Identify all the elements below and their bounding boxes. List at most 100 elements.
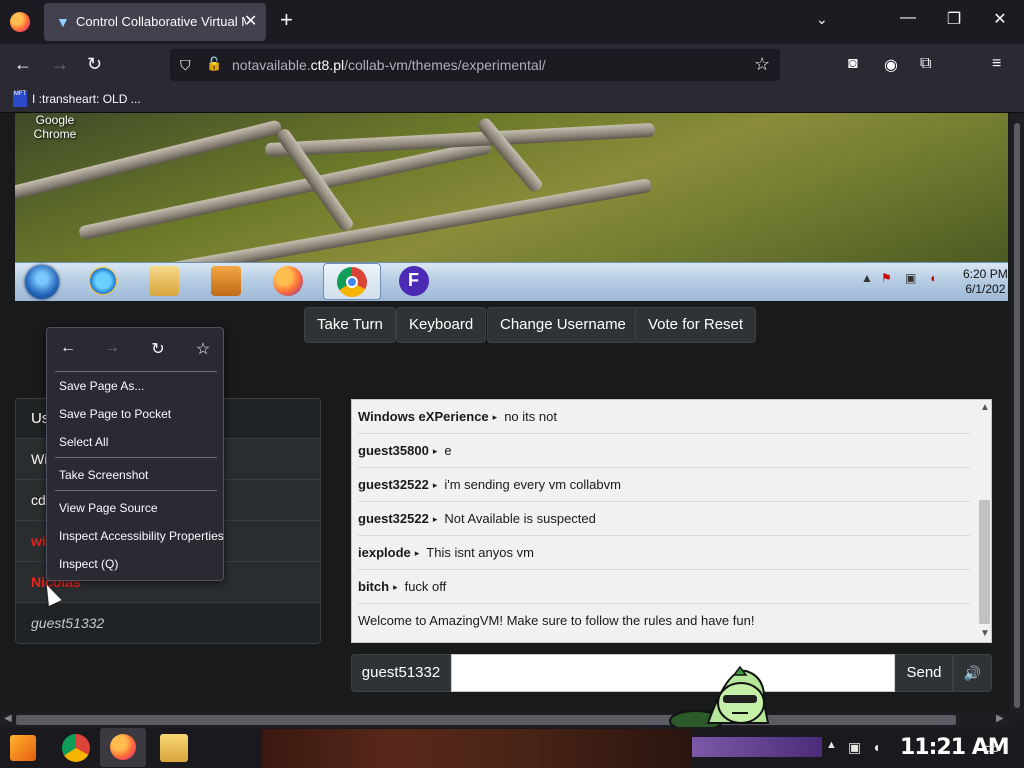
menu-item-save-page-as[interactable]: Save Page As... (59, 379, 144, 393)
scroll-left-icon[interactable]: ◀ (4, 713, 12, 724)
tab-close-icon[interactable]: ✕ (244, 11, 257, 31)
vm-chrome-icon (337, 267, 367, 297)
account-icon[interactable]: ◉ (884, 55, 898, 75)
vm-tray-expand-icon[interactable]: ▲ (861, 271, 873, 285)
vm-tray-action-center-icon[interactable]: ⚑ (881, 271, 892, 285)
chat-message-user: guest32522 (358, 511, 429, 526)
browser-tab[interactable]: ▼ Control Collaborative Virtual M ✕ (44, 3, 266, 41)
scroll-up-icon[interactable]: ▲ (980, 402, 990, 413)
chat-scrollbar[interactable]: ▲ ▼ (976, 400, 991, 642)
take-turn-button[interactable]: Take Turn (304, 307, 396, 343)
context-forward-icon[interactable]: → (102, 339, 122, 357)
volume-icon[interactable]: 🔊 (953, 654, 992, 692)
page-horizontal-scrollbar[interactable]: ◀ ▶ (0, 713, 1010, 727)
chat-message: guest35800 ▸ e (358, 434, 970, 468)
bookmarks-toolbar: MFT I :transheart: OLD ... (0, 86, 1024, 113)
chat-arrow-icon: ▸ (393, 582, 398, 592)
scroll-down-icon[interactable]: ▼ (980, 628, 990, 639)
page-vertical-scrollbar[interactable] (1010, 113, 1024, 713)
tab-favicon-icon: ▼ (56, 14, 70, 30)
pocket-icon[interactable]: ◙ (848, 55, 858, 73)
vm-tray-network-icon[interactable]: ▣ (905, 271, 916, 285)
url-text[interactable]: notavailable.ct8.pl/collab-vm/themes/exp… (232, 57, 546, 73)
notification-icon[interactable]: ▭ (984, 738, 999, 758)
menu-item-view-page-source[interactable]: View Page Source (59, 501, 158, 515)
extensions-icon[interactable]: ⧉ (920, 55, 931, 73)
reload-icon[interactable]: ↻ (87, 54, 102, 74)
forward-arrow-icon[interactable]: → (51, 54, 69, 74)
chat-message-user: iexplode (358, 545, 411, 560)
chat-message: bitch ▸ fuck off (358, 570, 970, 604)
host-volume-icon[interactable]: ◖ (872, 739, 880, 755)
list-all-tabs-icon[interactable]: ⌄ (816, 11, 828, 28)
vm-chrome-taskbar-button[interactable] (323, 263, 381, 300)
menu-icon[interactable]: ≡ (992, 55, 1001, 73)
browser-tab-strip: ▼ Control Collaborative Virtual M ✕ + ⌄ … (0, 0, 1024, 44)
host-chrome-icon[interactable] (62, 734, 90, 762)
menu-divider (55, 371, 217, 372)
maximize-button[interactable]: ❐ (944, 9, 964, 29)
scroll-right-icon[interactable]: ▶ (996, 713, 1004, 724)
internet-explorer-icon[interactable] (88, 266, 118, 296)
star-icon[interactable]: ☆ (754, 54, 770, 75)
chat-message-text: no its not (504, 409, 557, 424)
firefox-logo-icon[interactable] (10, 12, 30, 32)
lock-icon[interactable]: 🔓 (206, 56, 222, 72)
url-bar[interactable]: ⛉ 🔓 notavailable.ct8.pl/collab-vm/themes… (170, 49, 780, 81)
chat-arrow-icon: ▸ (492, 412, 498, 422)
chat-message-text: e (444, 443, 452, 458)
chat-arrow-icon: ▸ (432, 480, 438, 490)
chat-log[interactable]: Windows eXPerience ▸ no its not guest35800… (351, 399, 992, 643)
shield-icon[interactable]: ⛉ (180, 57, 191, 74)
context-bookmark-icon[interactable]: ☆ (193, 339, 213, 359)
menu-item-select-all[interactable]: Select All (59, 435, 108, 449)
media-player-icon[interactable] (211, 266, 241, 296)
file-explorer-icon[interactable] (160, 734, 188, 762)
close-window-button[interactable]: ✕ (990, 9, 1010, 29)
page-scrollbar-thumb[interactable] (1014, 123, 1020, 708)
bookmark-favicon-icon: MFT (13, 91, 27, 107)
vm-tray-volume-icon[interactable]: ◖ (929, 271, 936, 285)
libraries-icon[interactable] (149, 266, 179, 296)
host-tray-expand-icon[interactable]: ▲ (826, 739, 837, 751)
menu-item-inspect-accessibility[interactable]: Inspect Accessibility Properties (59, 529, 224, 543)
menu-item-save-to-pocket[interactable]: Save Page to Pocket (59, 407, 171, 421)
app-f-icon[interactable]: F (399, 266, 429, 296)
keyboard-button[interactable]: Keyboard (396, 307, 487, 343)
chat-arrow-icon: ▸ (414, 548, 420, 558)
menu-divider (55, 457, 217, 458)
menu-divider (55, 490, 217, 491)
fence-log (137, 177, 653, 262)
minimize-button[interactable]: — (898, 9, 918, 27)
user-list-item-self[interactable]: guest51332 (16, 603, 320, 643)
mascot-character-image (669, 665, 770, 732)
vm-display[interactable]: Google Chrome F ▲ ⚑ ▣ ◖ 6:20 PM 6/1/202 (15, 113, 1008, 301)
host-start-icon[interactable] (10, 735, 36, 761)
chat-username-button[interactable]: guest51332 (351, 654, 451, 692)
vm-taskbar: F ▲ ⚑ ▣ ◖ 6:20 PM 6/1/202 (15, 262, 1008, 301)
vote-for-reset-button[interactable]: Vote for Reset (635, 307, 757, 343)
host-firefox-button[interactable] (100, 728, 146, 767)
bookmark-item[interactable]: I :transheart: OLD ... (32, 92, 141, 106)
chat-message-text: i'm sending every vm collabvm (444, 477, 621, 492)
menu-item-take-screenshot[interactable]: Take Screenshot (59, 468, 148, 482)
context-reload-icon[interactable]: ↻ (148, 339, 168, 359)
host-network-icon[interactable]: ▣ (848, 739, 861, 756)
new-tab-button[interactable]: + (280, 9, 293, 31)
vm-start-orb-icon[interactable] (25, 265, 59, 299)
chat-message: guest32522 ▸ i'm sending every vm collabvm (358, 468, 970, 502)
vm-firefox-icon[interactable] (273, 266, 303, 296)
vm-clock[interactable]: 6:20 PM 6/1/202 (963, 267, 1008, 297)
send-button[interactable]: Send (895, 654, 953, 692)
change-username-button[interactable]: Change Username (487, 307, 639, 343)
chat-message-text: This isnt anyos vm (426, 545, 534, 560)
back-arrow-icon[interactable]: ← (14, 54, 32, 74)
context-back-icon[interactable]: ← (58, 339, 78, 357)
menu-item-inspect[interactable]: Inspect (Q) (59, 557, 118, 571)
tab-title: Control Collaborative Virtual M (76, 14, 246, 29)
host-taskbar-decoration (692, 737, 822, 757)
chat-scrollbar-thumb[interactable] (979, 500, 990, 624)
horizontal-scrollbar-thumb[interactable] (16, 715, 956, 725)
chat-message: iexplode ▸ This isnt anyos vm (358, 536, 970, 570)
desktop-icon-label[interactable]: Google Chrome (25, 113, 85, 141)
